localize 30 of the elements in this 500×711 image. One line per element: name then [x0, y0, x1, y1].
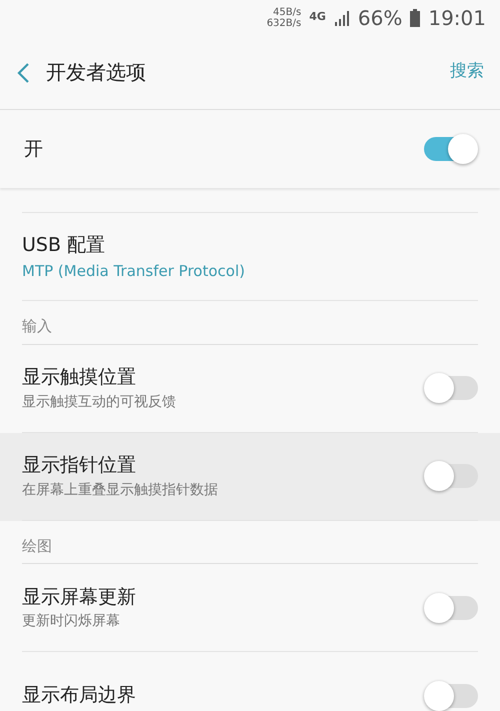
back-button[interactable]: [16, 60, 30, 84]
download-speed: 632B/s: [266, 18, 302, 28]
setting-description: 显示触摸互动的可视反馈: [22, 392, 176, 412]
toggle-switch[interactable]: [426, 684, 478, 708]
signal-icon: [334, 10, 350, 26]
toggle-switch[interactable]: [426, 464, 478, 488]
toggle-switch[interactable]: [426, 376, 478, 400]
setting-row[interactable]: 显示布局边界: [0, 652, 500, 711]
setting-title: 显示指针位置: [22, 453, 137, 478]
toggle-switch[interactable]: [424, 137, 476, 161]
master-switch-label: 开: [24, 136, 43, 162]
setting-row[interactable]: USB 配置 MTP (Media Transfer Protocol): [0, 213, 500, 301]
setting-description: 在屏幕上重叠显示触摸指针数据: [22, 480, 218, 500]
setting-description: 更新时闪烁屏幕: [22, 612, 121, 632]
battery-icon: [410, 8, 420, 26]
toggle-switch[interactable]: [426, 596, 478, 620]
setting-title: 显示触摸位置: [22, 365, 137, 390]
section-header: 绘图: [22, 520, 478, 564]
clock: 19:01: [428, 4, 486, 32]
setting-title: 显示屏幕更新: [22, 584, 136, 610]
network-type: 4G: [309, 9, 326, 26]
setting-title: 显示布局边界: [22, 683, 136, 708]
setting-row[interactable]: 显示指针位置 在屏幕上重叠显示触摸指针数据: [0, 432, 500, 520]
setting-row[interactable]: 显示屏幕更新 更新时闪烁屏幕: [0, 564, 500, 652]
upload-speed: 45B/s: [272, 6, 302, 18]
page-title: 开发者选项: [46, 59, 147, 86]
section-header: 输入: [22, 301, 478, 344]
setting-description: MTP (Media Transfer Protocol): [22, 260, 245, 282]
battery-percent: 66%: [358, 4, 402, 32]
setting-title: USB 配置: [22, 233, 106, 258]
